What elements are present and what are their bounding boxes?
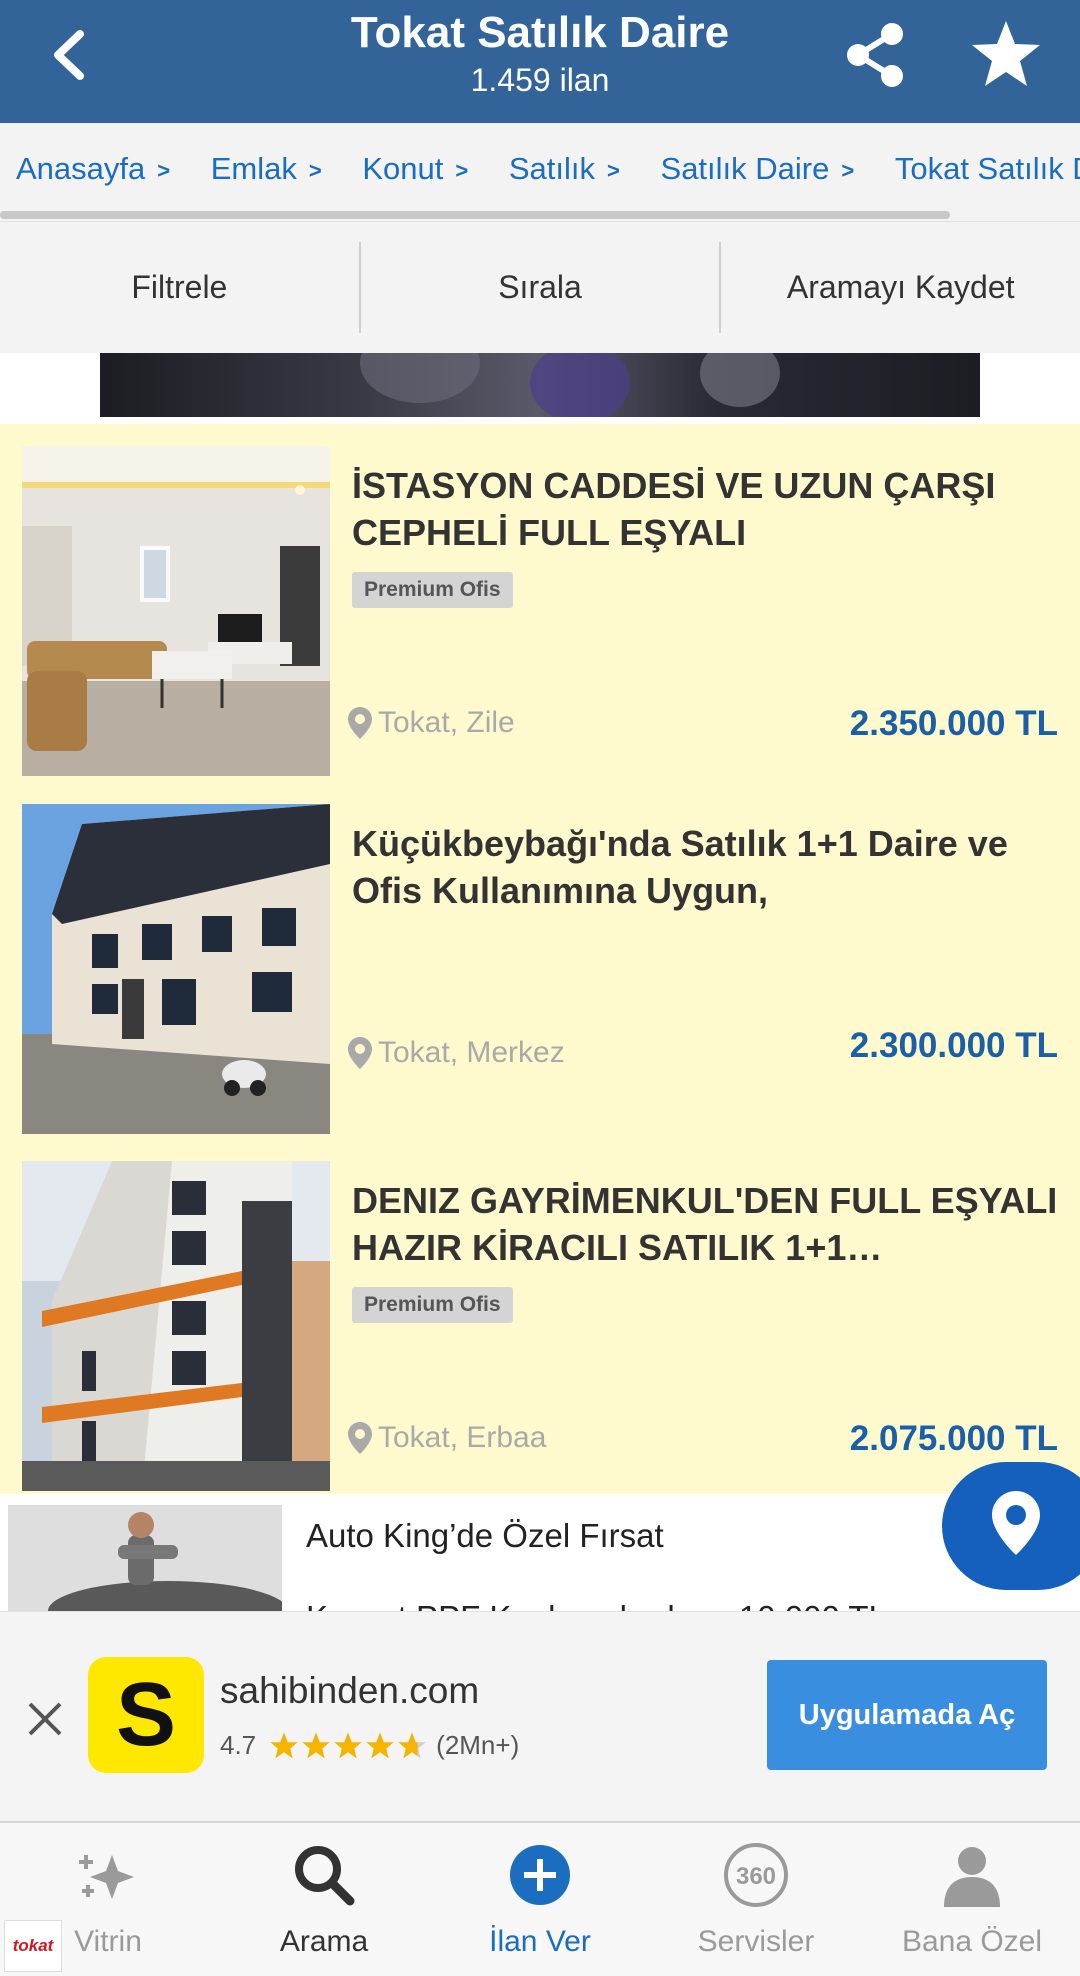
- listing-item[interactable]: İSTASYON CADDESİ VE UZUN ÇARŞI CEPHELİ F…: [0, 424, 1080, 776]
- app-rating: 4.7 (2Mn+): [220, 1730, 520, 1761]
- user-icon: [944, 1847, 1000, 1907]
- location-pin-icon: [348, 707, 372, 739]
- listing-photo[interactable]: [22, 446, 330, 776]
- chevron-right-icon: >: [308, 158, 322, 183]
- top-header: Tokat Satılık Daire 1.459 ilan: [0, 0, 1080, 123]
- chevron-right-icon: >: [607, 158, 620, 183]
- listing-item[interactable]: DENIZ GAYRİMENKUL'DEN FULL EŞYALI HAZIR …: [0, 1139, 1080, 1491]
- listing-price: 2.300.000 TL: [849, 1026, 1058, 1065]
- listing-count: 1.459 ilan: [470, 62, 610, 98]
- nav-label: Arama: [279, 1925, 369, 1958]
- listing-location: Tokat, Erbaa: [348, 1421, 546, 1455]
- sort-button[interactable]: Sırala: [361, 222, 720, 353]
- add-circle-icon: [510, 1845, 570, 1905]
- listing-price: 2.350.000 TL: [849, 704, 1058, 743]
- breadcrumb-item-tokat-satilik-daire[interactable]: Tokat Satılık Daire: [895, 151, 1080, 187]
- listing-price: 2.075.000 TL: [849, 1419, 1058, 1458]
- listing-title[interactable]: İSTASYON CADDESİ VE UZUN ÇARŞI CEPHELİ F…: [352, 462, 1062, 556]
- premium-badge: Premium Ofis: [352, 572, 513, 608]
- close-icon[interactable]: [24, 1698, 66, 1740]
- nav-personal[interactable]: Bana Özel: [864, 1823, 1080, 1976]
- app-install-banner: S sahibinden.com 4.7 (2Mn+) Uygulamada A…: [0, 1611, 1080, 1821]
- save-search-button[interactable]: Aramayı Kaydet: [721, 222, 1080, 353]
- listing-title[interactable]: DENIZ GAYRİMENKUL'DEN FULL EŞYALI HAZIR …: [352, 1177, 1062, 1271]
- breadcrumb-scrollbar[interactable]: [0, 211, 950, 219]
- nav-label: İlan Ver: [489, 1925, 591, 1958]
- chevron-right-icon: >: [157, 158, 171, 183]
- bottom-navigation: Vitrin Arama İlan Ver 360 Servisler Bana…: [0, 1821, 1080, 1976]
- breadcrumb: Anasayfa > Emlak > Konut > Satılık > Satılık…: [0, 123, 1080, 221]
- filter-button[interactable]: Filtrele: [0, 222, 359, 353]
- breadcrumb-item-satilik-daire[interactable]: Satılık Daire >: [661, 151, 855, 187]
- nav-label: Servisler: [697, 1925, 815, 1958]
- star-icon[interactable]: [968, 16, 1044, 92]
- ad-image[interactable]: [8, 1505, 282, 1611]
- breadcrumb-item-konut[interactable]: Konut >: [362, 151, 468, 187]
- banner-ad[interactable]: [100, 353, 980, 417]
- listing-location: Tokat, Zile: [348, 706, 515, 740]
- breadcrumb-item-emlak[interactable]: Emlak >: [211, 151, 322, 187]
- sponsored-ad[interactable]: Auto King’de Özel Fırsat Kuvvet PPF Kapl…: [0, 1497, 1080, 1611]
- listing-list: İSTASYON CADDESİ VE UZUN ÇARŞI CEPHELİ F…: [0, 424, 1080, 1494]
- rating-stars-icon: [268, 1731, 428, 1761]
- map-view-button[interactable]: [942, 1462, 1080, 1590]
- svg-text:360: 360: [736, 1863, 776, 1890]
- nav-label: Bana Özel: [901, 1925, 1043, 1958]
- page-title: Tokat Satılık Daire: [350, 8, 730, 57]
- listing-title[interactable]: Küçükbeybağı'nda Satılık 1+1 Daire ve Of…: [352, 820, 1062, 914]
- location-pin-icon: [992, 1491, 1040, 1555]
- app-name: sahibinden.com: [220, 1670, 480, 1711]
- nav-post-ad[interactable]: İlan Ver: [432, 1823, 648, 1976]
- open-in-app-button[interactable]: Uygulamada Aç: [767, 1660, 1047, 1770]
- action-tabs: Filtrele Sırala Aramayı Kaydet: [0, 221, 1080, 353]
- listing-photo[interactable]: [22, 1161, 330, 1491]
- chevron-right-icon: >: [841, 158, 855, 183]
- app-logo: S: [88, 1657, 204, 1773]
- breadcrumb-item-satilik[interactable]: Satılık >: [509, 151, 620, 187]
- ad-title[interactable]: Auto King’de Özel Fırsat: [306, 1517, 664, 1555]
- nav-search[interactable]: Arama: [216, 1823, 432, 1976]
- breadcrumb-item-home[interactable]: Anasayfa >: [16, 151, 170, 187]
- listing-location: Tokat, Merkez: [348, 1036, 565, 1070]
- share-icon[interactable]: [838, 18, 912, 92]
- premium-badge: Premium Ofis: [352, 1287, 513, 1323]
- 360-icon: 360: [724, 1843, 788, 1907]
- nav-services[interactable]: 360 Servisler: [648, 1823, 864, 1976]
- search-icon: [295, 1846, 355, 1906]
- location-pin-icon: [348, 1037, 372, 1069]
- sparkle-icon: [79, 1855, 134, 1899]
- listing-item[interactable]: Küçükbeybağı'nda Satılık 1+1 Daire ve Of…: [0, 782, 1080, 1134]
- tokat-logo: tokat: [4, 1920, 62, 1972]
- chevron-right-icon: >: [455, 158, 469, 183]
- location-pin-icon: [348, 1422, 372, 1454]
- ad-subtitle: Kuvvet PPF Kaplamalarda ... 10.000 TL ..…: [306, 1599, 922, 1611]
- listing-photo[interactable]: [22, 804, 330, 1134]
